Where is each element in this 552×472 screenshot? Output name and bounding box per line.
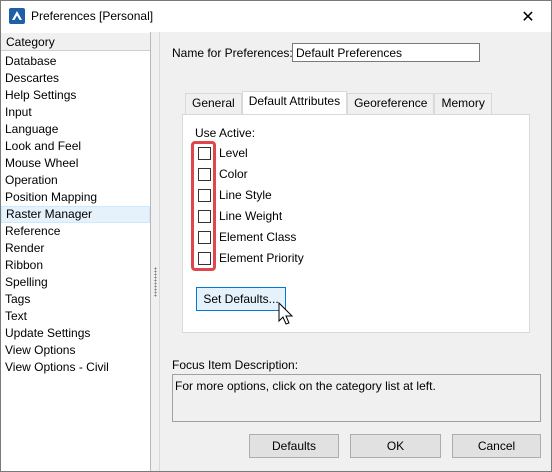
defaults-button[interactable]: Defaults [249,434,339,458]
cancel-button[interactable]: Cancel [452,434,541,458]
line-weight-checkbox-label[interactable]: Line Weight [219,209,282,223]
category-item-look-and-feel[interactable]: Look and Feel [1,138,150,155]
category-item-position-mapping[interactable]: Position Mapping [1,189,150,206]
category-item-language[interactable]: Language [1,121,150,138]
name-for-preferences-label: Name for Preferences: [172,46,293,60]
name-for-preferences-input[interactable] [292,43,480,62]
level-checkbox-label[interactable]: Level [219,146,248,160]
category-item-update-settings[interactable]: Update Settings [1,325,150,342]
tab-general[interactable]: General [185,93,242,114]
category-item-descartes[interactable]: Descartes [1,70,150,87]
close-icon: ✕ [521,8,535,26]
tab-default-attributes[interactable]: Default Attributes [241,91,348,114]
element-class-checkbox-row[interactable]: Element Class [198,228,296,246]
line-weight-checkbox[interactable] [198,209,211,223]
category-item-ribbon[interactable]: Ribbon [1,257,150,274]
category-item-spelling[interactable]: Spelling [1,274,150,291]
category-item-view-options-civil[interactable]: View Options - Civil [1,359,150,376]
tab-strip: General Default Attributes Georeference … [185,91,492,114]
category-item-text[interactable]: Text [1,308,150,325]
color-checkbox[interactable] [198,167,211,181]
preferences-dialog: Preferences [Personal] ✕ Category Databa… [0,0,552,472]
category-item-reference[interactable]: Reference [1,223,150,240]
element-class-checkbox-label[interactable]: Element Class [219,230,296,244]
app-icon [9,8,25,24]
element-priority-checkbox-row[interactable]: Element Priority [198,249,304,267]
category-item-view-options[interactable]: View Options [1,342,150,359]
element-priority-checkbox-label[interactable]: Element Priority [219,251,304,265]
close-button[interactable]: ✕ [505,1,551,32]
focus-item-description-text: For more options, click on the category … [175,379,436,393]
category-item-mouse-wheel[interactable]: Mouse Wheel [1,155,150,172]
ok-button[interactable]: OK [350,434,441,458]
color-checkbox-label[interactable]: Color [219,167,248,181]
category-list: Database Descartes Help Settings Input L… [1,53,150,376]
mouse-pointer-icon [278,302,294,325]
category-item-help-settings[interactable]: Help Settings [1,87,150,104]
line-style-checkbox-row[interactable]: Line Style [198,186,272,204]
splitter-grip-icon[interactable] [154,267,157,297]
category-item-raster-manager[interactable]: Raster Manager [1,206,150,223]
set-defaults-button[interactable]: Set Defaults... [196,287,286,311]
use-active-label: Use Active: [195,126,256,140]
element-priority-checkbox[interactable] [198,251,211,265]
tab-memory[interactable]: Memory [434,93,492,114]
focus-item-description-label: Focus Item Description: [172,358,299,372]
title-bar: Preferences [Personal] ✕ [1,1,551,32]
line-style-checkbox-label[interactable]: Line Style [219,188,272,202]
level-checkbox-row[interactable]: Level [198,144,248,162]
default-attributes-panel: Use Active: Level Color Line Style Line … [182,114,530,333]
category-pane: Category Database Descartes Help Setting… [1,32,151,471]
focus-item-description-box: For more options, click on the category … [172,374,541,422]
element-class-checkbox[interactable] [198,230,211,244]
line-weight-checkbox-row[interactable]: Line Weight [198,207,282,225]
category-item-input[interactable]: Input [1,104,150,121]
settings-pane: Name for Preferences: General Default At… [161,32,551,471]
category-item-operation[interactable]: Operation [1,172,150,189]
category-header: Category [1,33,150,51]
level-checkbox[interactable] [198,146,211,160]
color-checkbox-row[interactable]: Color [198,165,248,183]
category-item-render[interactable]: Render [1,240,150,257]
window-title: Preferences [Personal] [31,9,154,23]
tab-georeference[interactable]: Georeference [347,93,435,114]
category-item-database[interactable]: Database [1,53,150,70]
category-item-tags[interactable]: Tags [1,291,150,308]
line-style-checkbox[interactable] [198,188,211,202]
pane-splitter[interactable] [151,32,160,471]
